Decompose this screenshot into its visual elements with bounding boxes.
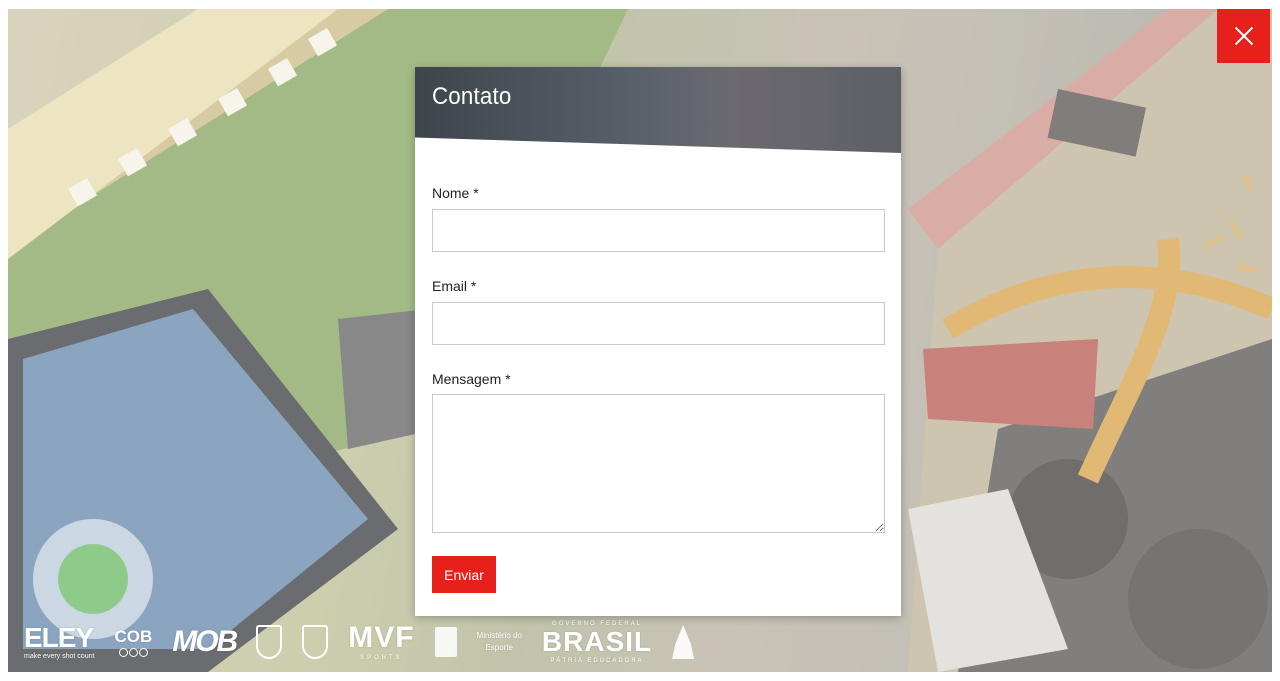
emblem-logo [434,627,457,657]
ministerio-line1: Ministério do [476,631,522,640]
shield-logo [256,625,283,659]
nome-required-mark: * [473,185,479,201]
cob-logo-name: COB [114,626,153,646]
flame-logo [672,625,695,659]
eley-logo: ELEY make every shot count [24,622,95,661]
brasil-logo: GOVERNO FEDERAL BRASIL PÁTRIA EDUCADORA [542,621,652,664]
email-label-text: Email [432,278,468,294]
mvf-logo: MVF SPORTS [348,621,415,662]
cob-logo: COB [114,628,152,657]
olympic-rings-icon [114,647,152,657]
close-button[interactable] [1217,9,1270,63]
email-label: Email * [432,278,476,294]
mob-logo-name: MOB [172,625,238,658]
email-required-mark: * [470,278,477,294]
mvf-logo-tagline: SPORTS [360,655,403,661]
contact-modal: Contato Nome * Email * Mensagem * Enviar [415,67,901,616]
mvf-logo-name: MVF [348,621,415,654]
brasil-logo-bottom: PÁTRIA EDUCADORA [550,657,644,664]
mensagem-label-text: Mensagem [432,371,502,387]
eley-logo-tagline: make every shot count [24,653,95,660]
mensagem-label: Mensagem * [432,371,511,387]
mensagem-required-mark: * [505,371,511,387]
modal-title: Contato [432,83,512,110]
mob-logo: MOB [172,625,238,658]
nome-label: Nome * [432,185,479,201]
brasil-logo-name: BRASIL [541,625,653,657]
crest-logo [302,625,329,659]
nome-label-text: Nome [432,185,470,201]
email-input[interactable] [432,302,885,345]
enviar-button[interactable]: Enviar [432,556,496,593]
mensagem-textarea[interactable] [432,394,885,533]
sponsor-logos: ELEY make every shot count COB MOB MVF S… [24,620,695,664]
eley-logo-name: ELEY [24,622,94,653]
nome-input[interactable] [432,209,885,252]
ministerio-logo: Ministério do Esporte [477,630,522,654]
ministerio-line2: Esporte [485,643,514,652]
